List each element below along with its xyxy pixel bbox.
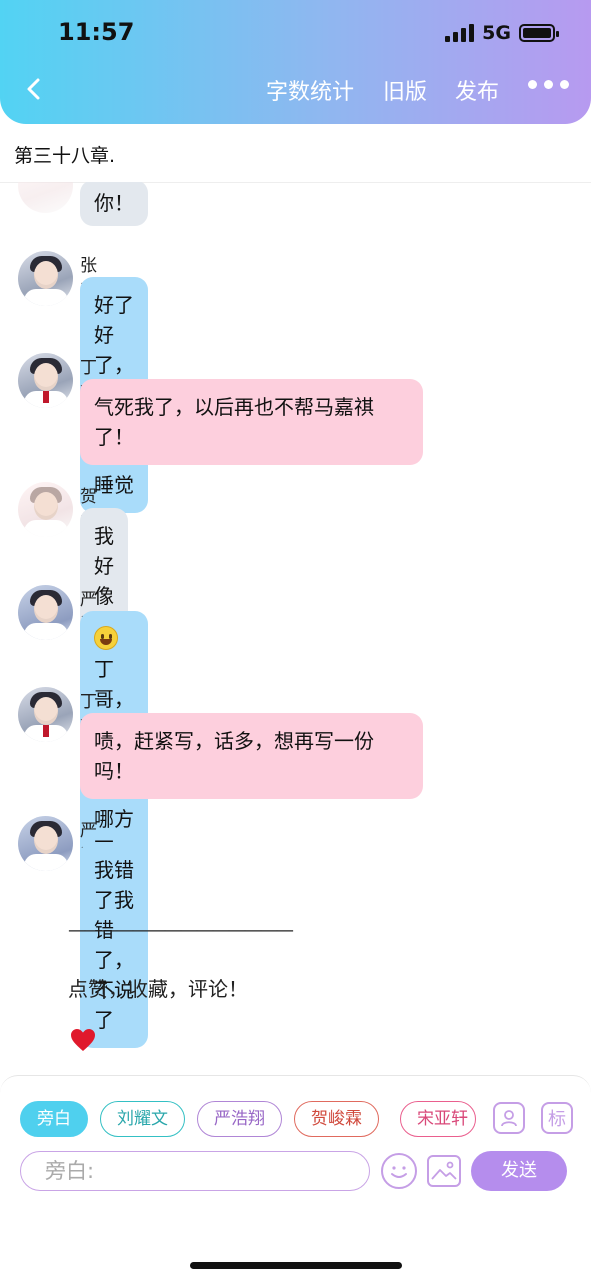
- back-button[interactable]: [18, 74, 48, 104]
- image-icon[interactable]: [427, 1155, 461, 1187]
- avatar: [18, 687, 73, 742]
- old-version-button[interactable]: 旧版: [383, 74, 427, 106]
- separator-line: ——————————————: [68, 920, 294, 941]
- emoji-icon[interactable]: [381, 1153, 417, 1189]
- mark-button[interactable]: 标: [541, 1102, 573, 1134]
- message-input[interactable]: 旁白:: [20, 1151, 370, 1191]
- smiley-emoji-icon: [94, 626, 118, 650]
- status-indicators: 5G: [445, 22, 559, 44]
- chapter-title-overlay: 第三十八章.: [14, 145, 116, 167]
- app-root: 11:57 5G 字数统计 旧版 发布 第三十八章. 你！ 第三十八章. 张真源…: [0, 0, 591, 1280]
- avatar: [18, 816, 73, 871]
- top-header: 11:57 5G 字数统计 旧版 发布: [0, 0, 591, 124]
- avatar: [18, 585, 73, 640]
- publish-button[interactable]: 发布: [455, 74, 499, 106]
- person-glyph: [501, 1110, 517, 1127]
- avatar: [18, 482, 73, 537]
- status-time: 11:57: [58, 18, 135, 46]
- more-options-icon[interactable]: [528, 80, 569, 89]
- battery-icon: [519, 24, 559, 42]
- red-heart-icon: [71, 1029, 95, 1051]
- role-chip-narration[interactable]: 旁白: [20, 1101, 88, 1137]
- role-chip-yan[interactable]: 严浩翔: [197, 1101, 282, 1137]
- network-label: 5G: [482, 22, 511, 44]
- message-bubble: 气死我了，以后再也不帮马嘉祺了！: [80, 379, 423, 465]
- signal-icon: [445, 24, 475, 42]
- role-chip-song[interactable]: 宋亚轩: [400, 1101, 476, 1137]
- person-icon[interactable]: [493, 1102, 525, 1134]
- message-bubble: 我错了我错了，不说了: [80, 842, 148, 1048]
- role-chip-row: 旁白 刘耀文 严浩翔 贺峻霖: [20, 1101, 379, 1137]
- role-chip-song-wrapper: 宋亚轩: [400, 1101, 476, 1137]
- footer-text: 点赞，收藏，评论！: [68, 977, 248, 1001]
- home-indicator: [190, 1262, 402, 1269]
- emoji-glyph: [391, 1166, 407, 1178]
- message-bubble: 啧，赶紧写，话多，想再写一份吗！: [80, 713, 423, 799]
- avatar: [18, 353, 73, 408]
- send-button[interactable]: 发送: [471, 1151, 567, 1191]
- message-bubble: 你！: [80, 180, 148, 226]
- avatar: [18, 251, 73, 306]
- image-glyph: [431, 1161, 457, 1180]
- word-count-button[interactable]: 字数统计: [266, 74, 354, 106]
- chevron-left-icon: [27, 78, 40, 100]
- role-chip-liu[interactable]: 刘耀文: [100, 1101, 185, 1137]
- role-chip-he[interactable]: 贺峻霖: [294, 1101, 379, 1137]
